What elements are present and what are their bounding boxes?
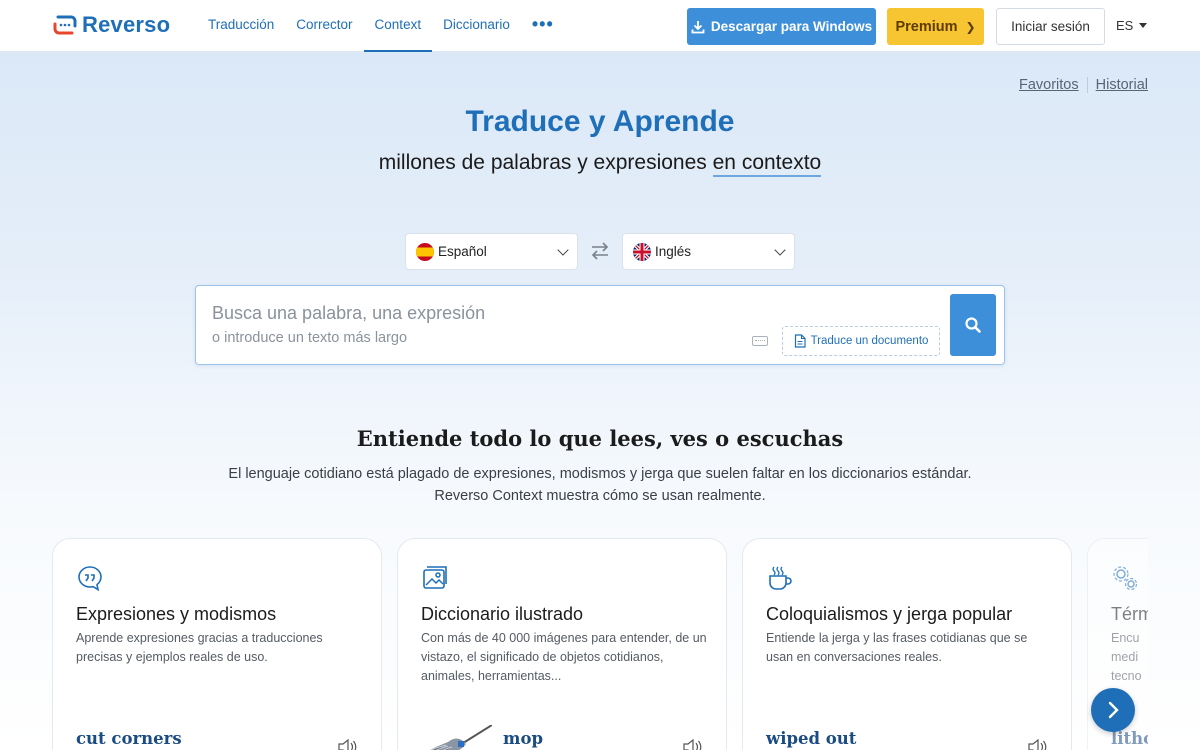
card-description: Encu medi tecno: [1111, 629, 1148, 686]
card-description: Entiende la jerga y las frases cotidiana…: [766, 631, 1028, 664]
example-word: litho: [1111, 729, 1148, 748]
more-menu-icon[interactable]: •••: [521, 0, 565, 52]
card-description-line: medi: [1111, 650, 1139, 664]
chevron-right-icon: ❯: [965, 19, 976, 34]
speaker-icon[interactable]: [682, 739, 702, 750]
chevron-down-icon: [557, 243, 569, 256]
feature-card[interactable]: Coloquialismos y jerga popular Entiende …: [742, 538, 1072, 750]
hero-subtitle-highlight: en contexto: [712, 151, 822, 177]
source-language-select[interactable]: Español: [405, 233, 578, 270]
login-button[interactable]: Iniciar sesión: [996, 8, 1105, 45]
card-title: Expresiones y modismos: [76, 604, 277, 624]
divider: [1086, 77, 1088, 93]
card-description-line: Encu: [1111, 631, 1140, 645]
example-word: wiped out: [766, 729, 857, 748]
hero-subtitle-text: millones de palabras y expresiones: [378, 151, 713, 174]
reverso-logo-icon: [53, 15, 77, 35]
section-title: Entiende todo lo que lees, ves o escucha…: [356, 426, 844, 451]
download-icon: [691, 20, 705, 33]
reverso-logo[interactable]: Reverso: [52, 12, 170, 38]
history-link[interactable]: Historial: [1096, 77, 1148, 93]
chevron-down-icon: [774, 243, 786, 256]
translate-document-label: Traduce un documento: [810, 335, 929, 347]
user-links: Favoritos Historial: [1019, 77, 1148, 93]
feature-carousel: Expresiones y modismos Aprende expresion…: [52, 538, 1148, 750]
carousel-next-button[interactable]: [1091, 688, 1135, 732]
logo-text: Reverso: [82, 12, 171, 37]
search-placeholder: Busca una palabra, una expresión: [212, 303, 486, 323]
top-navbar: Reverso Traducción Corrector Context Dic…: [0, 0, 1200, 52]
premium-label: Premium: [895, 18, 958, 35]
translate-document-button[interactable]: Traduce un documento: [782, 326, 940, 356]
spain-flag-icon: [416, 242, 434, 261]
download-label: Descargar para Windows: [710, 19, 873, 34]
target-language-label: Inglés: [655, 244, 692, 259]
feature-card[interactable]: Expresiones y modismos Aprende expresion…: [52, 538, 382, 750]
search-input[interactable]: Busca una palabra, una expresión o intro…: [195, 285, 1005, 365]
card-description-line: tecno: [1111, 669, 1142, 683]
feature-card[interactable]: Diccionario ilustrado Con más de 40 000 …: [397, 538, 727, 750]
search-icon: [965, 317, 981, 333]
target-language-select[interactable]: Inglés: [622, 233, 795, 270]
hero-title: Traduce y Aprende: [465, 105, 735, 138]
caret-down-icon: [1139, 23, 1148, 28]
speaker-icon[interactable]: [337, 739, 357, 750]
source-language-label: Español: [438, 244, 487, 259]
card-description: Con más de 40 000 imágenes para entender…: [421, 631, 707, 683]
search-placeholder-secondary: o introduce un texto más largo: [212, 330, 408, 346]
document-icon: [794, 334, 806, 348]
card-description: Aprende expresiones gracias a traduccion…: [76, 631, 323, 664]
speech-bubble-quote-icon: [78, 566, 102, 592]
section-text-line: El lenguaje cotidiano está plagado de ex…: [228, 466, 972, 482]
speaker-icon[interactable]: [1027, 739, 1047, 750]
uk-flag-icon: [633, 242, 651, 261]
ui-language-label: ES: [1116, 18, 1134, 33]
favorites-link[interactable]: Favoritos: [1019, 77, 1079, 93]
card-title: Diccionario ilustrado: [421, 604, 584, 624]
keyboard-icon[interactable]: [752, 336, 768, 346]
nav-context[interactable]: Context: [363, 0, 433, 52]
ui-language-selector[interactable]: ES: [1116, 18, 1148, 33]
section-description: El lenguaje cotidiano está plagado de ex…: [0, 463, 1200, 507]
example-word: cut corners: [76, 729, 182, 748]
mop-image: [430, 725, 492, 750]
search-button[interactable]: [950, 294, 996, 356]
coffee-cup-icon: [769, 566, 792, 590]
swap-languages-icon[interactable]: [589, 241, 611, 261]
chevron-right-icon: [1108, 701, 1119, 719]
premium-button[interactable]: Premium ❯: [887, 8, 984, 45]
hero-subtitle: millones de palabras y expresiones en co…: [0, 151, 1200, 177]
nav-corrector[interactable]: Corrector: [285, 0, 363, 52]
nav-traduccion[interactable]: Traducción: [197, 0, 285, 52]
section-text-line: Reverso Context muestra cómo se usan rea…: [434, 488, 766, 504]
nav-diccionario[interactable]: Diccionario: [432, 0, 521, 52]
example-word: mop: [503, 729, 544, 748]
gears-icon: [1113, 566, 1138, 591]
card-title: Coloquialismos y jerga popular: [766, 604, 1013, 624]
main-nav: Traducción Corrector Context Diccionario…: [197, 0, 565, 52]
card-title: Térm: [1111, 604, 1148, 624]
picture-icon: [423, 566, 447, 589]
download-windows-button[interactable]: Descargar para Windows: [687, 8, 876, 45]
